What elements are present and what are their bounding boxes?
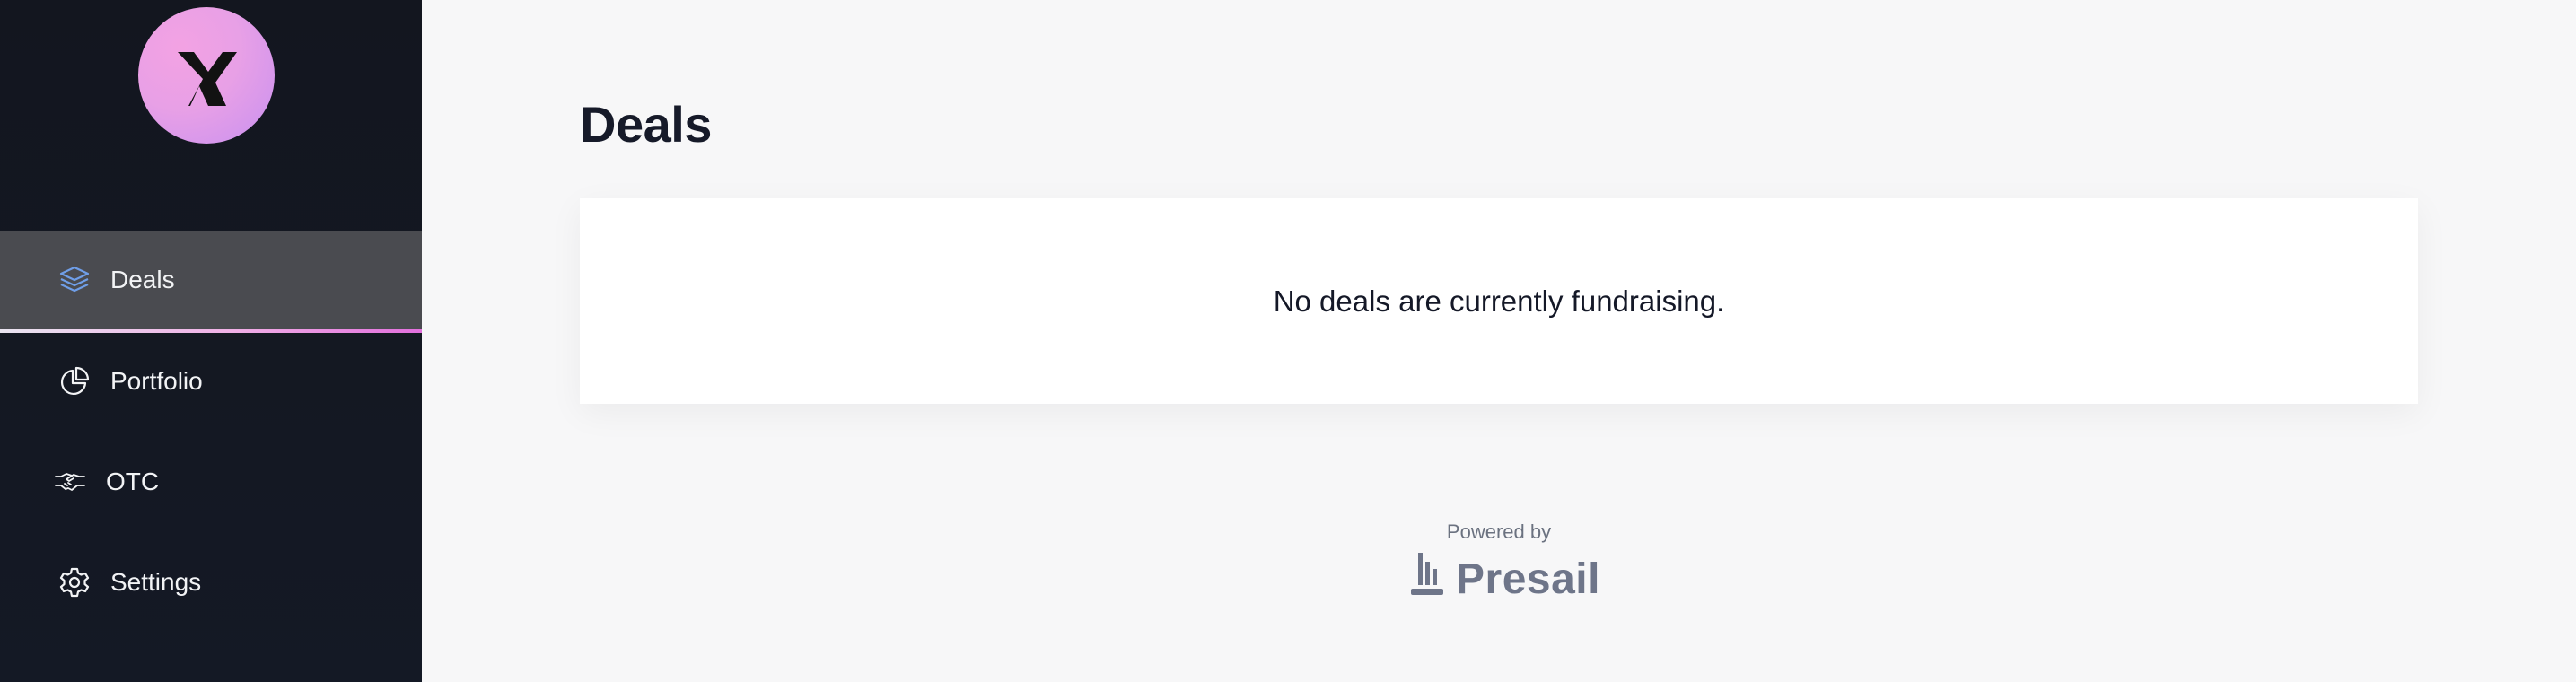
sidebar-item-label: OTC [106, 468, 160, 495]
sidebar-item-label: Deals [110, 266, 175, 293]
sidebar-item-portfolio[interactable]: Portfolio [0, 331, 422, 432]
page-title: Deals [580, 96, 712, 153]
sidebar-item-deals[interactable]: Deals [0, 231, 422, 333]
sidebar-item-settings[interactable]: Settings [0, 532, 422, 633]
powered-by-label: Powered by [1446, 520, 1552, 543]
sidebar-item-otc[interactable]: OTC [0, 432, 422, 532]
presail-brand[interactable]: Presail [1411, 553, 1600, 606]
presail-logo-icon [1411, 553, 1443, 606]
sidebar-nav: Deals Portfolio OTC Settings [0, 231, 422, 633]
gear-icon [57, 564, 92, 600]
handshake-icon [52, 464, 88, 500]
brand-name: Presail [1456, 555, 1600, 603]
deals-empty-state-card: No deals are currently fundraising. [580, 198, 2418, 404]
empty-state-message: No deals are currently fundraising. [1273, 284, 1725, 318]
y-logo-mark-icon [178, 52, 237, 106]
pie-chart-icon [57, 363, 92, 399]
sidebar-item-label: Portfolio [110, 367, 203, 395]
sidebar: Deals Portfolio OTC Settings [0, 0, 422, 682]
sidebar-item-label: Settings [110, 568, 202, 596]
app-logo[interactable] [138, 7, 275, 144]
layers-icon [57, 262, 92, 298]
